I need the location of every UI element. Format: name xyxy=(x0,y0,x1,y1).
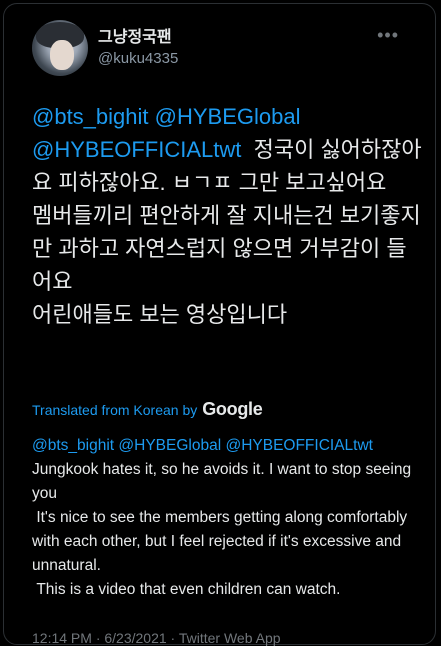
translated-mention-bts-bighit[interactable]: @bts_bighit xyxy=(32,437,114,454)
mention-bts-bighit[interactable]: @bts_bighit xyxy=(32,104,149,129)
avatar[interactable] xyxy=(32,20,88,76)
translated-by-label[interactable]: Translated from Korean by Google xyxy=(32,399,263,420)
translated-text: @bts_bighit @HYBEGlobal @HYBEOFFICIALtwt… xyxy=(32,434,432,602)
tweet-timestamp[interactable]: 12:14 PM · 6/23/2021 · Twitter Web App xyxy=(32,630,281,646)
google-logo: Google xyxy=(202,399,263,419)
tweet-paragraph-3: 어린애들도 보는 영상입니다 xyxy=(32,302,288,327)
user-handle[interactable]: @kuku4335 xyxy=(98,49,178,69)
tweet-paragraph-2: 멤버들끼리 편안하게 잘 지내는건 보기좋지만 과하고 자연스럽지 않으면 거부… xyxy=(32,203,421,294)
mention-hybe-global[interactable]: @HYBEGlobal xyxy=(155,104,301,129)
tweet-text: @bts_bighit @HYBEGlobal @HYBEOFFICIALtwt… xyxy=(32,100,424,331)
translated-prefix: Translated from Korean by xyxy=(32,402,198,418)
translated-line-2: It's nice to see the members getting alo… xyxy=(32,509,412,574)
translated-mention-hybe-official[interactable]: @HYBEOFFICIALtwt xyxy=(225,437,373,454)
tweet-header: 그냥정국팬 @kuku4335 xyxy=(32,20,178,76)
translated-mention-hybe-global[interactable]: @HYBEGlobal xyxy=(118,437,221,454)
avatar-face xyxy=(50,40,74,70)
display-name[interactable]: 그냥정국팬 xyxy=(98,28,178,48)
tweet-card: 그냥정국팬 @kuku4335 ••• @bts_bighit @HYBEGlo… xyxy=(3,3,436,646)
user-names: 그냥정국팬 @kuku4335 xyxy=(98,28,178,69)
translated-line-3: This is a video that even children can w… xyxy=(32,581,341,598)
more-horizontal-icon[interactable]: ••• xyxy=(377,26,399,44)
translated-line-1: Jungkook hates it, so he avoids it. I wa… xyxy=(32,461,416,502)
mention-hybe-official[interactable]: @HYBEOFFICIALtwt xyxy=(32,137,241,162)
